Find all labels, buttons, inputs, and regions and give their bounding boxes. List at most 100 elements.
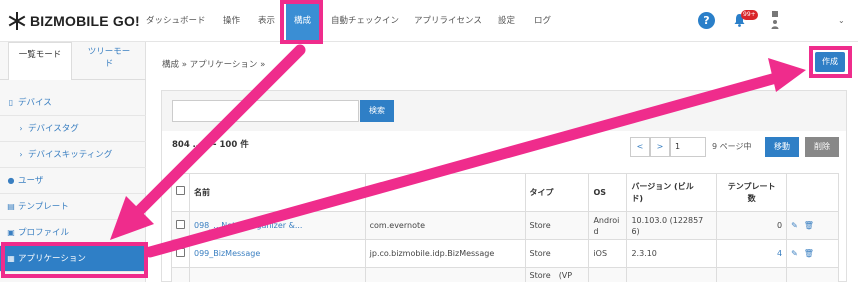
nav-item-app-license[interactable]: アプリライセンス xyxy=(414,0,482,42)
app-version: 2.3.10 xyxy=(626,239,718,268)
help-icon[interactable]: ? xyxy=(698,12,715,29)
app-template-count-link[interactable]: 4 xyxy=(716,239,788,268)
delete-button[interactable]: 削除 xyxy=(805,137,839,157)
result-count: 804 … 1 - 100 件 xyxy=(172,140,249,150)
sidebar-item-label: テンプレート xyxy=(18,202,69,212)
application-list-panel: 検索 804 … 1 - 100 件 < > 1 9 ページ中 移動 削除 名前… xyxy=(161,90,847,282)
column-header-template-line1: テンプレート xyxy=(727,181,776,191)
highlight-box-create xyxy=(809,46,852,78)
column-header-template-line2: 数 xyxy=(747,193,756,203)
next-page-button[interactable]: > xyxy=(650,137,670,157)
app-name-link[interactable] xyxy=(189,267,366,282)
user-icon[interactable] xyxy=(771,10,779,30)
app-name-link[interactable]: 098_…Notes Organizer &... xyxy=(189,211,366,240)
highlight-box-configuration xyxy=(280,0,323,44)
app-template-count: 0 xyxy=(716,211,788,240)
tab-list-mode[interactable]: 一覧モード xyxy=(8,42,72,80)
table-row: Store (VP xyxy=(171,267,839,282)
app-identifier xyxy=(364,267,526,282)
prev-page-button[interactable]: < xyxy=(630,137,650,157)
app-version-line1: 10.103.0 (122857 xyxy=(631,215,704,225)
trash-icon[interactable]: 🗑 xyxy=(804,221,814,230)
sidebar-item-device[interactable]: ▯ デバイス xyxy=(0,90,146,116)
app-os: Androi d xyxy=(588,211,628,240)
page-number-input[interactable]: 1 xyxy=(670,137,706,157)
chevron-right-icon: › xyxy=(19,124,23,133)
nav-item-dashboard[interactable]: ダッシュボード xyxy=(146,0,206,42)
app-os: iOS xyxy=(588,239,628,268)
column-header-template-count[interactable]: テンプレート 数 xyxy=(716,173,788,212)
app-version: 10.103.0 (122857 6) xyxy=(626,211,718,240)
tab-tree-mode-line2: ド xyxy=(104,59,114,69)
nav-item-operation[interactable]: 操作 xyxy=(223,0,240,42)
row-select[interactable] xyxy=(171,239,190,268)
column-header-name[interactable]: 名前 xyxy=(189,173,366,212)
page-info: 9 ページ中 xyxy=(712,142,752,151)
tab-tree-mode[interactable]: ツリーモー ド xyxy=(72,42,146,80)
row-select[interactable] xyxy=(171,211,190,240)
chevron-down-icon[interactable]: ⌄ xyxy=(838,16,845,25)
nav-item-view[interactable]: 表示 xyxy=(258,0,275,42)
column-header-version-line1: バージョン (ビル xyxy=(631,181,694,191)
column-header-type[interactable]: タイプ xyxy=(524,173,590,212)
app-name-link[interactable]: 099_BizMessage xyxy=(189,239,366,268)
app-identifier: jp.co.bizmobile.idp.BizMessage xyxy=(364,239,526,268)
edit-icon[interactable]: ✎ xyxy=(791,221,798,230)
app-type: Store xyxy=(524,211,590,240)
app-type: Store (VP xyxy=(524,267,590,282)
trash-icon[interactable]: 🗑 xyxy=(804,249,814,258)
nav-item-log[interactable]: ログ xyxy=(534,0,551,42)
sidebar-item-label: デバイス xyxy=(18,98,52,108)
select-all-checkbox[interactable] xyxy=(176,186,185,195)
asterisk-logo-icon xyxy=(8,12,26,30)
app-version-line1: 2.3.10 xyxy=(631,249,657,258)
nav-item-auto-checkin[interactable]: 自動チェックイン xyxy=(331,0,399,42)
sidebar-item-device-tag[interactable]: › デバイスタグ xyxy=(0,116,146,142)
app-os-line1: Androi xyxy=(593,215,620,225)
row-select[interactable] xyxy=(171,267,190,282)
move-button[interactable]: 移動 xyxy=(765,137,799,157)
sidebar-item-user[interactable]: ● ユーザ xyxy=(0,168,146,194)
app-identifier: com.evernote xyxy=(364,211,526,240)
app-os-line2: d xyxy=(593,226,599,236)
row-checkbox[interactable] xyxy=(176,247,185,257)
device-icon: ▯ xyxy=(8,98,14,107)
row-checkbox[interactable] xyxy=(176,219,185,229)
sidebar-item-label: デバイスタグ xyxy=(28,124,79,134)
breadcrumb: 構成 » アプリケーション » xyxy=(162,60,266,70)
search-bar: 検索 xyxy=(162,91,846,131)
search-input[interactable] xyxy=(172,100,359,122)
column-header-version-line2: ド) xyxy=(631,193,644,203)
logo[interactable]: BIZMOBILE GO! xyxy=(8,12,140,30)
tab-tree-mode-line1: ツリーモー xyxy=(87,47,131,57)
column-header-os[interactable]: OS xyxy=(588,173,628,212)
app-version xyxy=(626,267,718,282)
application-table: 名前 タイプ OS バージョン (ビル ド) テンプレート 数 098_…Not… xyxy=(171,173,839,282)
table-row: 098_…Notes Organizer &... com.evernote S… xyxy=(171,211,839,240)
table-row: 099_BizMessage jp.co.bizmobile.idp.BizMe… xyxy=(171,239,839,268)
sidebar-item-label: ユーザ xyxy=(18,176,44,186)
sidebar-item-label: デバイスキッティング xyxy=(28,150,113,160)
search-button[interactable]: 検索 xyxy=(360,100,394,122)
notification-badge: 99+ xyxy=(741,10,758,20)
column-header-version[interactable]: バージョン (ビル ド) xyxy=(626,173,718,212)
row-actions: ✎ 🗑 xyxy=(786,239,839,268)
sidebar-item-device-kitting[interactable]: › デバイスキッティング xyxy=(0,142,146,168)
sidebar-item-template[interactable]: ▤ テンプレート xyxy=(0,194,146,220)
logo-text: BIZMOBILE GO! xyxy=(30,13,140,29)
sidebar-tabs: 一覧モード ツリーモー ド xyxy=(0,42,146,80)
column-header-identifier xyxy=(364,173,526,212)
nav-item-settings[interactable]: 設定 xyxy=(498,0,515,42)
edit-icon[interactable]: ✎ xyxy=(791,249,798,258)
app-os-line1: iOS xyxy=(593,249,608,258)
top-navbar: BIZMOBILE GO! ダッシュボード 操作 表示 構成 自動チェックイン … xyxy=(0,0,858,42)
column-header-actions xyxy=(786,173,839,212)
row-actions: ✎ 🗑 xyxy=(786,211,839,240)
app-os xyxy=(588,267,628,282)
select-all-header[interactable] xyxy=(171,173,190,212)
highlight-box-application xyxy=(1,242,148,278)
row-actions xyxy=(786,267,839,282)
table-header-row: 名前 タイプ OS バージョン (ビル ド) テンプレート 数 xyxy=(171,173,839,212)
app-template-count xyxy=(716,267,788,282)
app-version-line2: 6) xyxy=(631,226,640,236)
